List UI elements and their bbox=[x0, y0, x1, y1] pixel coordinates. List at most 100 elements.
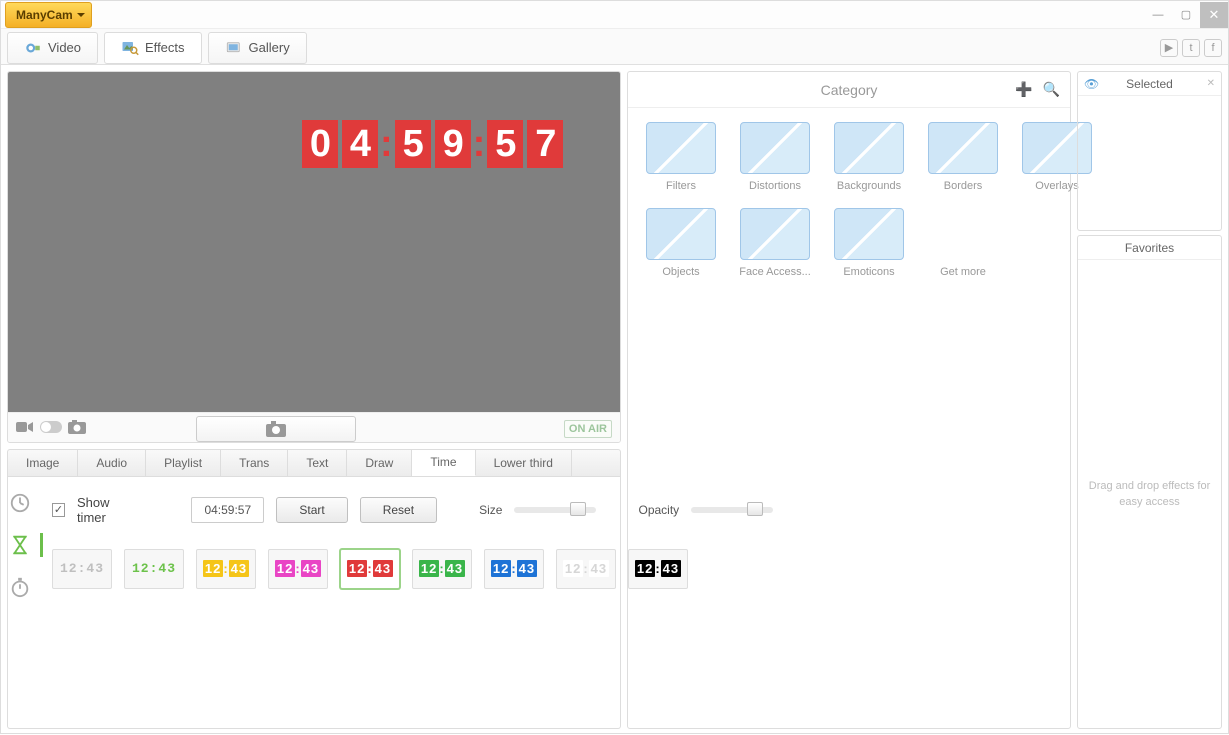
timer-digit: 7 bbox=[527, 120, 563, 168]
time-mode-sidebar bbox=[8, 477, 32, 728]
reset-button[interactable]: Reset bbox=[360, 497, 437, 523]
size-slider[interactable] bbox=[514, 507, 596, 513]
subtab-image[interactable]: Image bbox=[8, 450, 78, 476]
youtube-icon[interactable]: ▶ bbox=[1160, 39, 1178, 57]
timer-style-block-pink[interactable]: 12:43 bbox=[268, 549, 328, 589]
timer-digit: 0 bbox=[302, 120, 338, 168]
category-emoticons[interactable]: Emoticons bbox=[830, 208, 908, 278]
timer-style-thin-grey[interactable]: 12:43 bbox=[52, 549, 112, 589]
timer-style-sample: 12:43 bbox=[491, 561, 537, 576]
tab-effects-label: Effects bbox=[145, 40, 185, 55]
category-distortions[interactable]: Distortions bbox=[736, 122, 814, 192]
time-panel: ✓ Show timer 04:59:57 Start Reset Size O… bbox=[7, 477, 621, 729]
favorites-hint: Drag and drop effects for easy access bbox=[1078, 260, 1221, 728]
category-thumb bbox=[646, 208, 716, 260]
category-getmore[interactable]: Get more bbox=[924, 208, 1002, 278]
camera-icon bbox=[266, 421, 286, 437]
timer-digit: 4 bbox=[342, 120, 378, 168]
category-title: Category bbox=[821, 82, 878, 98]
subtab-playlist[interactable]: Playlist bbox=[146, 450, 221, 476]
preview-panel: 0 4 : 5 9 : 5 7 ON AIR bbox=[7, 71, 621, 443]
gallery-icon bbox=[225, 39, 243, 57]
picture-magnify-icon bbox=[121, 39, 139, 57]
subtab-draw[interactable]: Draw bbox=[347, 450, 412, 476]
category-grid: FiltersDistortionsBackgroundsBordersOver… bbox=[628, 108, 1070, 292]
timer-colon: : bbox=[380, 123, 393, 166]
timer-overlay: 0 4 : 5 9 : 5 7 bbox=[302, 120, 563, 168]
category-header: Category ➕ 🔍 bbox=[628, 72, 1070, 108]
timer-style-thin-green[interactable]: 12:43 bbox=[124, 549, 184, 589]
stopwatch-icon[interactable] bbox=[8, 575, 32, 599]
category-thumb bbox=[740, 122, 810, 174]
category-panel: Category ➕ 🔍 Filters Distortions Backgroun… bbox=[627, 71, 1071, 729]
social-links: ▶ t f bbox=[1160, 39, 1222, 57]
timer-digit: 5 bbox=[395, 120, 431, 168]
window-close[interactable] bbox=[1200, 2, 1228, 28]
timer-style-block-green[interactable]: 12:43 bbox=[412, 549, 472, 589]
category-label: Face Access... bbox=[736, 266, 814, 278]
hourglass-icon[interactable] bbox=[8, 533, 32, 557]
start-button[interactable]: Start bbox=[276, 497, 347, 523]
eye-icon: 👁 bbox=[1084, 77, 1099, 91]
timer-style-sample: 12:43 bbox=[419, 561, 465, 576]
category-thumb bbox=[928, 122, 998, 174]
clock-icon[interactable] bbox=[8, 491, 32, 515]
body: 0 4 : 5 9 : 5 7 ON AIR bbox=[1, 65, 1228, 735]
timer-style-block-blue[interactable]: 12:43 bbox=[484, 549, 544, 589]
selected-body bbox=[1078, 96, 1221, 230]
tab-gallery-label: Gallery bbox=[249, 40, 290, 55]
close-icon[interactable]: ✕ bbox=[1207, 78, 1215, 89]
camcorder-icon bbox=[24, 39, 42, 57]
tab-gallery[interactable]: Gallery bbox=[208, 32, 307, 64]
photo-icon[interactable] bbox=[68, 420, 86, 437]
snapshot-button[interactable] bbox=[196, 416, 356, 442]
tab-video-label: Video bbox=[48, 40, 81, 55]
preview-toolbar: ON AIR bbox=[8, 412, 620, 443]
category-backgrounds[interactable]: Backgrounds bbox=[830, 122, 908, 192]
timer-colon: : bbox=[473, 123, 486, 166]
timer-style-block-yellow[interactable]: 12:43 bbox=[196, 549, 256, 589]
subtab-trans[interactable]: Trans bbox=[221, 450, 288, 476]
timer-style-block-red[interactable]: 12:43 bbox=[340, 549, 400, 589]
subtab-audio[interactable]: Audio bbox=[78, 450, 146, 476]
tab-effects[interactable]: Effects bbox=[104, 32, 202, 64]
search-icon[interactable]: 🔍 bbox=[1043, 81, 1060, 98]
category-label: Objects bbox=[642, 266, 720, 278]
favorites-panel: Favorites Drag and drop effects for easy… bbox=[1077, 235, 1222, 729]
category-face[interactable]: Face Access... bbox=[736, 208, 814, 278]
opacity-slider[interactable] bbox=[691, 507, 773, 513]
timer-digit: 5 bbox=[487, 120, 523, 168]
timer-digit: 9 bbox=[435, 120, 471, 168]
subtab-time[interactable]: Time bbox=[412, 450, 475, 476]
twitter-icon[interactable]: t bbox=[1182, 39, 1200, 57]
category-label: Borders bbox=[924, 180, 1002, 192]
timer-value-field[interactable]: 04:59:57 bbox=[191, 497, 264, 523]
toggle-icon[interactable] bbox=[40, 421, 62, 436]
selected-title: Selected bbox=[1126, 77, 1173, 91]
camcorder-icon[interactable] bbox=[16, 420, 34, 437]
category-filters[interactable]: Filters bbox=[642, 122, 720, 192]
category-label: Distortions bbox=[736, 180, 814, 192]
category-label: Get more bbox=[924, 266, 1002, 278]
subtab-text[interactable]: Text bbox=[288, 450, 347, 476]
effects-subtabs: Image Audio Playlist Trans Text Draw Tim… bbox=[7, 449, 621, 477]
timer-style-sample: 12:43 bbox=[563, 561, 609, 576]
category-objects[interactable]: Objects bbox=[642, 208, 720, 278]
timer-style-block-white[interactable]: 12:43 bbox=[556, 549, 616, 589]
window-minimize[interactable] bbox=[1144, 2, 1172, 28]
window-controls bbox=[1144, 2, 1228, 28]
facebook-icon[interactable]: f bbox=[1204, 39, 1222, 57]
window-maximize[interactable] bbox=[1172, 2, 1200, 28]
tab-video[interactable]: Video bbox=[7, 32, 98, 64]
timer-style-sample: 12:43 bbox=[347, 561, 393, 576]
app-menu-button[interactable]: ManyCam bbox=[5, 2, 92, 28]
timer-style-sample: 12:43 bbox=[275, 561, 321, 576]
category-thumb bbox=[928, 208, 998, 260]
show-timer-checkbox[interactable]: ✓ bbox=[52, 503, 65, 517]
category-label: Filters bbox=[642, 180, 720, 192]
timer-style-sample: 12:43 bbox=[203, 561, 249, 576]
category-borders[interactable]: Borders bbox=[924, 122, 1002, 192]
subtab-lower-third[interactable]: Lower third bbox=[476, 450, 572, 476]
show-timer-label: Show timer bbox=[77, 495, 136, 525]
add-category-icon[interactable]: ➕ bbox=[1015, 81, 1032, 98]
